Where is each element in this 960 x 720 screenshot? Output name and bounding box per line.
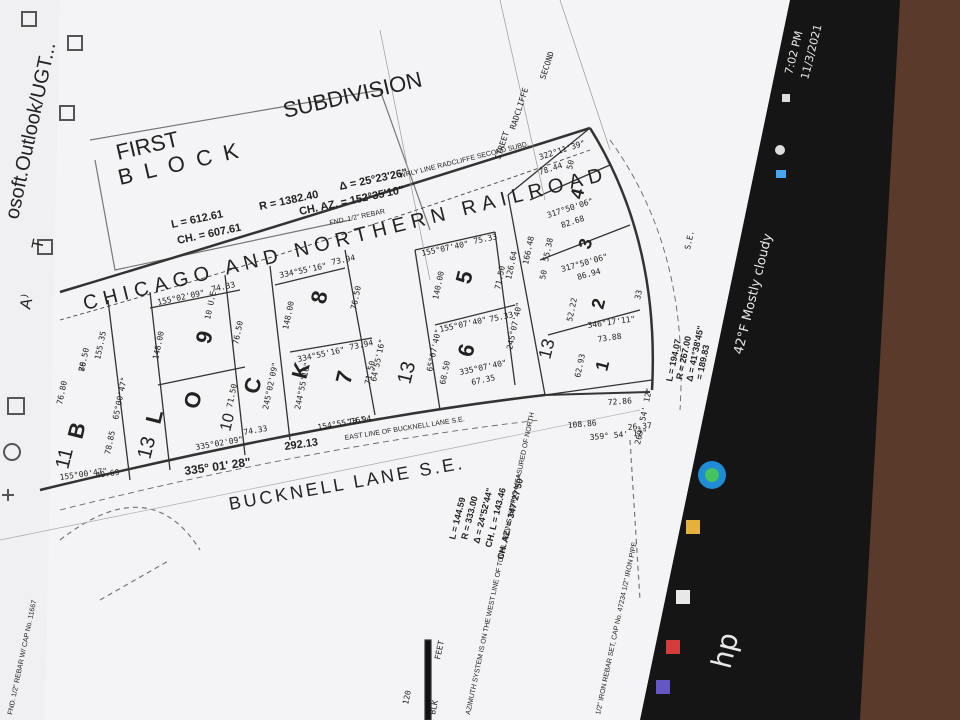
photo-scene: osoft.Outlook/UGT... A⁾ T FIRST SUBDIVIS…: [0, 0, 960, 720]
store-icon[interactable]: [676, 590, 690, 604]
teams-icon[interactable]: [656, 680, 670, 694]
network-icon[interactable]: [775, 145, 785, 155]
volume-icon[interactable]: [782, 94, 790, 102]
misc-label: 72.86: [608, 396, 633, 407]
onedrive-icon[interactable]: [776, 170, 786, 178]
file-explorer-icon[interactable]: [686, 520, 700, 534]
mail-icon[interactable]: [666, 640, 680, 654]
